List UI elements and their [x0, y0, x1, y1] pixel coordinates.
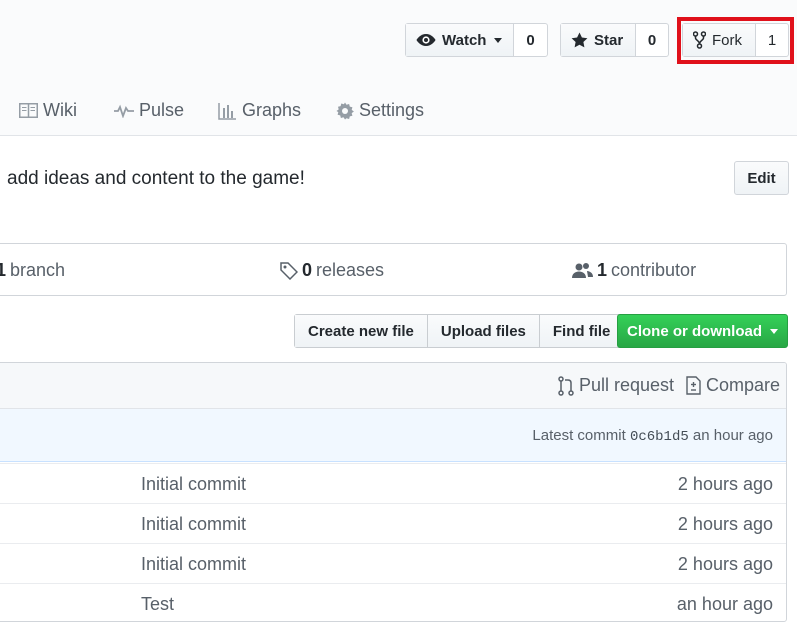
pulse-icon — [114, 104, 134, 118]
branch-label: branch — [10, 260, 66, 280]
nav-label-wiki: Wiki — [43, 100, 77, 120]
fork-label: Fork — [712, 31, 742, 49]
branch-summary[interactable]: 1 branch — [0, 260, 65, 281]
releases-summary[interactable]: 0 releases — [280, 260, 384, 281]
commit-age: 2 hours ago — [677, 474, 773, 494]
tag-icon — [280, 261, 298, 280]
chevron-down-icon — [770, 328, 778, 334]
people-icon — [572, 262, 593, 279]
nav-label-pulse: Pulse — [139, 100, 185, 120]
eye-icon — [416, 33, 436, 47]
commit-message-link[interactable]: Initial commit — [141, 554, 246, 575]
fork-icon — [693, 31, 706, 49]
nav-item-graphs[interactable]: Graphs — [218, 100, 301, 121]
nav-item-wiki[interactable]: Wiki — [19, 100, 77, 121]
gear-icon — [336, 102, 354, 120]
compare-icon — [686, 376, 701, 395]
edit-description-button[interactable]: Edit — [734, 161, 789, 195]
table-row: Test an hour ago — [0, 583, 786, 621]
commit-message-link[interactable]: Test — [141, 594, 174, 615]
commit-age: 2 hours ago — [677, 554, 773, 574]
commit-message-link[interactable]: Initial commit — [141, 514, 246, 535]
commit-sha-link[interactable]: 0c6b1d5 — [630, 429, 689, 445]
table-row: Initial commit 2 hours ago — [0, 543, 786, 583]
star-icon — [571, 32, 588, 48]
file-table-header: Pull request Compare — [0, 363, 786, 409]
table-row: Initial commit 2 hours ago — [0, 503, 786, 543]
repo-header: Watch 0 Star 0 Fork 1 Wiki Pulse Graphs … — [0, 0, 797, 136]
latest-commit-bar: Latest commit 0c6b1d5 an hour ago — [0, 409, 786, 462]
commit-age: an hour ago — [676, 594, 773, 614]
book-icon — [19, 103, 38, 118]
watch-label: Watch — [442, 31, 487, 49]
file-actions: Create new file Upload files Find file — [294, 314, 625, 348]
graph-icon — [218, 102, 237, 120]
nav-label-settings: Settings — [359, 100, 425, 120]
find-file-button[interactable]: Find file — [539, 315, 624, 347]
star-count[interactable]: 0 — [636, 24, 668, 56]
star-button[interactable]: Star — [561, 24, 636, 56]
pull-request-label: Pull request — [579, 375, 675, 395]
branch-count: 1 — [0, 260, 7, 280]
file-table: Pull request Compare Latest commit 0c6b1… — [0, 362, 787, 622]
watch-button[interactable]: Watch — [406, 24, 514, 56]
star-button-group: Star 0 — [560, 23, 669, 57]
releases-label: releases — [316, 260, 385, 280]
releases-count: 0 — [302, 260, 313, 280]
upload-files-button[interactable]: Upload files — [427, 315, 540, 347]
commit-message-link[interactable]: Initial commit — [141, 474, 246, 495]
pull-request-link[interactable]: Pull request — [558, 375, 674, 396]
fork-button-group: Fork 1 — [682, 23, 789, 57]
pull-request-icon — [558, 375, 574, 396]
create-new-file-button[interactable]: Create new file — [295, 315, 428, 347]
contributors-count: 1 — [597, 260, 608, 280]
nav-item-pulse[interactable]: Pulse — [114, 100, 184, 121]
commit-age: 2 hours ago — [677, 514, 773, 534]
compare-link[interactable]: Compare — [686, 375, 780, 396]
latest-commit-info: Latest commit 0c6b1d5 an hour ago — [532, 427, 773, 445]
fork-count[interactable]: 1 — [756, 24, 788, 56]
contributors-summary[interactable]: 1 contributor — [572, 260, 696, 281]
compare-label: Compare — [706, 375, 781, 395]
nav-item-settings[interactable]: Settings — [336, 100, 424, 121]
nav-label-graphs: Graphs — [242, 100, 302, 120]
clone-label: Clone or download — [627, 322, 762, 340]
repo-summary: 1 branch 0 releases 1 contributor — [0, 243, 787, 296]
contributors-label: contributor — [611, 260, 697, 280]
chevron-down-icon — [494, 37, 503, 43]
watch-button-group: Watch 0 — [405, 23, 548, 57]
table-row: Initial commit 2 hours ago — [0, 463, 786, 503]
clone-or-download-button[interactable]: Clone or download — [617, 314, 788, 348]
watch-count[interactable]: 0 — [514, 24, 547, 56]
fork-button[interactable]: Fork — [683, 24, 756, 56]
latest-commit-label: Latest commit — [532, 427, 626, 444]
repo-description: add ideas and content to the game! — [7, 168, 305, 189]
latest-commit-age: an hour ago — [692, 427, 773, 444]
star-label: Star — [594, 31, 624, 49]
